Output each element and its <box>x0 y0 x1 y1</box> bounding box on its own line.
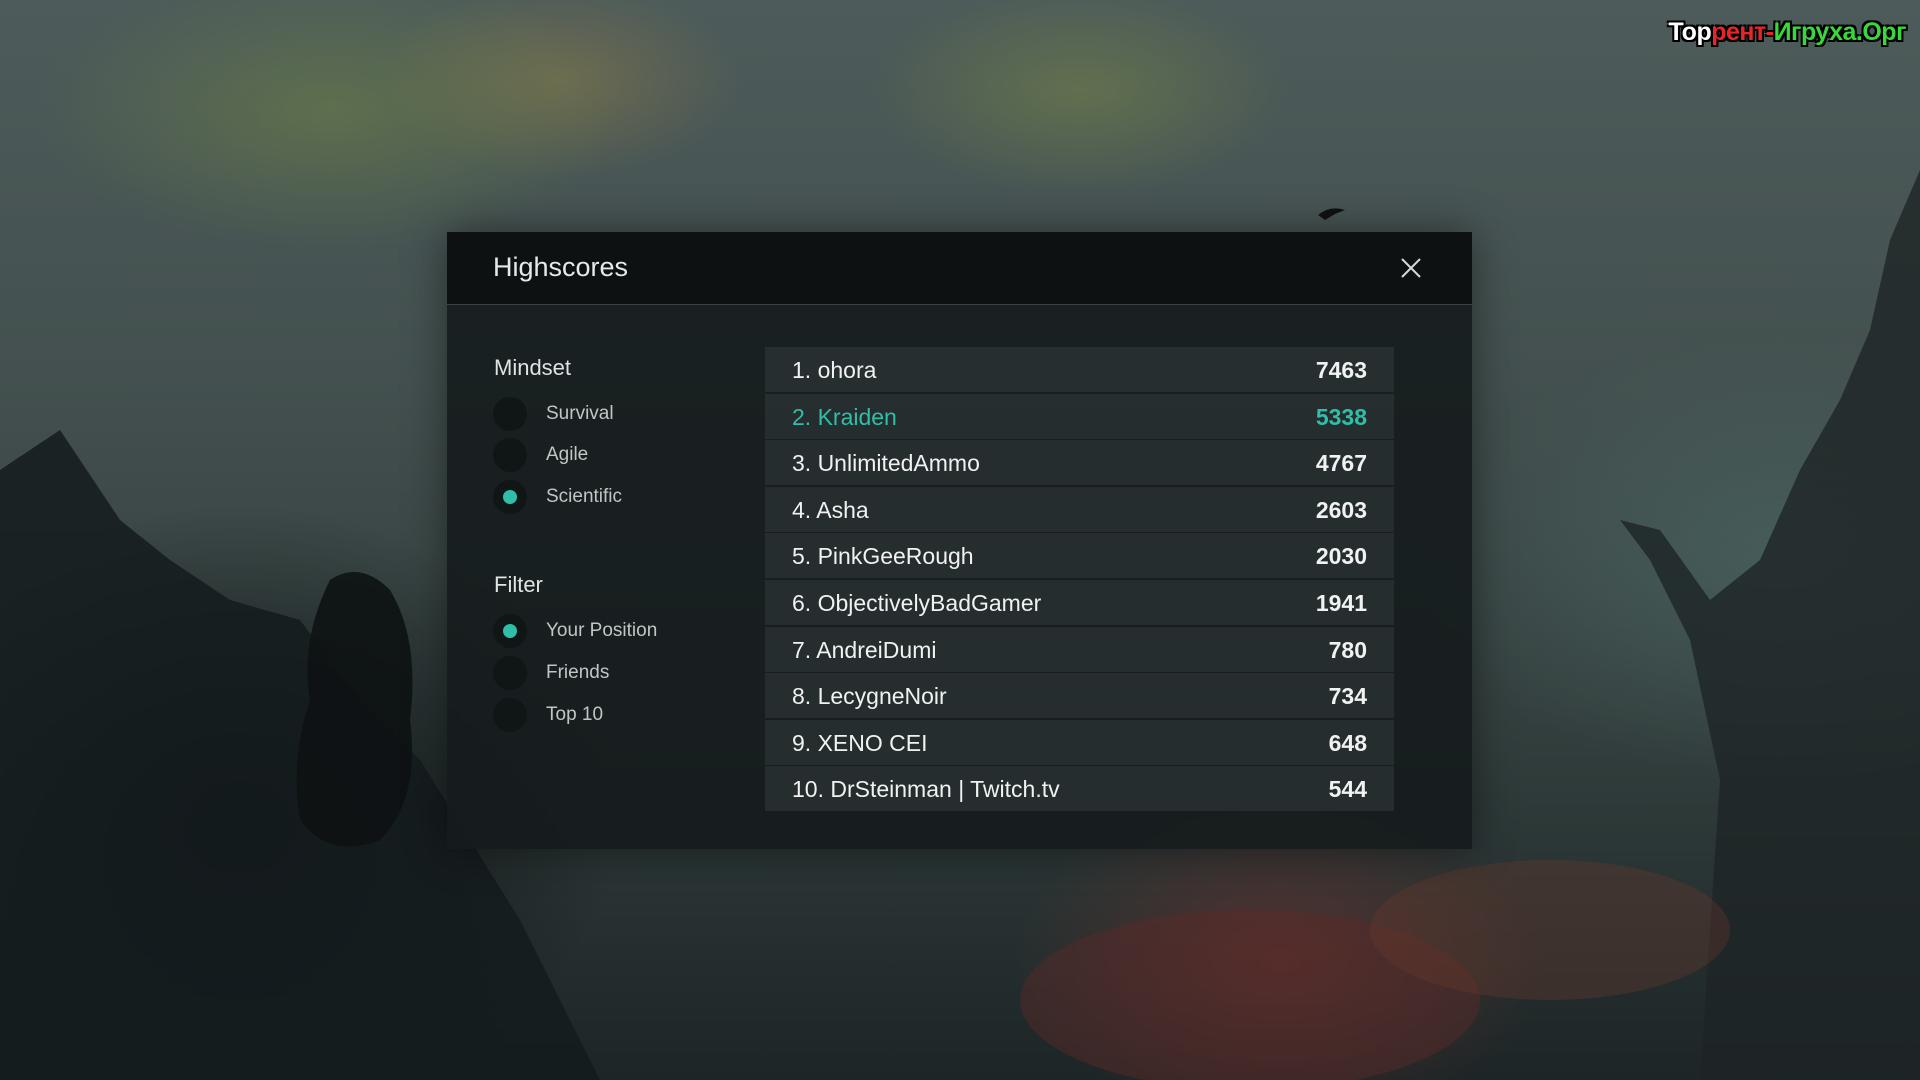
highscore-row: 6. ObjectivelyBadGamer 1941 <box>765 579 1394 625</box>
player-score: 4767 <box>1315 450 1367 477</box>
filter-option-your-position[interactable]: Your Position <box>493 614 713 648</box>
player-name: 4. Asha <box>792 496 869 523</box>
highscore-list: 1. ohora 7463 2. Kraiden 5338 3. Unlimit… <box>765 347 1394 813</box>
player-name: 10. DrSteinman | Twitch.tv <box>792 776 1060 803</box>
dialog-title: Highscores <box>493 252 629 282</box>
mindset-title: Mindset <box>494 355 572 380</box>
close-button[interactable] <box>1396 253 1426 283</box>
player-name: 7. AndreiDumi <box>792 636 937 663</box>
player-name: 3. UnlimitedAmmo <box>792 450 980 477</box>
radio-dot-selected <box>493 480 527 514</box>
highscore-row: 4. Asha 2603 <box>765 486 1394 532</box>
player-name: 2. Kraiden <box>792 403 897 430</box>
radio-dot <box>493 438 527 472</box>
highscore-row-current-player: 2. Kraiden 5338 <box>765 393 1394 439</box>
player-name: 8. LecygneNoir <box>792 683 947 710</box>
filter-option-friends[interactable]: Friends <box>493 656 713 690</box>
player-score: 2030 <box>1315 543 1367 570</box>
mindset-option-scientific[interactable]: Scientific <box>493 480 713 514</box>
radio-dot-selected <box>493 614 527 648</box>
player-score: 734 <box>1328 683 1367 710</box>
player-score: 7463 <box>1315 357 1367 383</box>
player-name: 6. ObjectivelyBadGamer <box>792 589 1042 616</box>
highscores-dialog: Highscores Mindset Survival Agile Scient… <box>447 232 1472 849</box>
player-score: 544 <box>1328 776 1367 803</box>
radio-label: Top 10 <box>546 704 604 725</box>
radio-label: Survival <box>546 403 614 424</box>
highscore-row: 3. UnlimitedAmmo 4767 <box>765 440 1394 486</box>
filter-title: Filter <box>494 572 543 597</box>
radio-dot <box>493 698 527 732</box>
highscore-row: 10. DrSteinman | Twitch.tv 544 <box>765 766 1394 812</box>
highscore-row: 5. PinkGeeRough 2030 <box>765 533 1394 579</box>
close-icon <box>1401 258 1421 278</box>
highscore-row: 1. ohora 7463 <box>765 347 1394 392</box>
radio-label: Friends <box>546 662 610 683</box>
filter-option-top-10[interactable]: Top 10 <box>493 698 713 732</box>
player-score: 780 <box>1328 636 1367 663</box>
mindset-option-survival[interactable]: Survival <box>493 397 713 431</box>
player-score: 5338 <box>1315 403 1367 430</box>
radio-label: Scientific <box>546 486 623 507</box>
radio-label: Your Position <box>546 620 658 641</box>
highscore-row: 9. XENO CEI 648 <box>765 719 1394 765</box>
player-score: 2603 <box>1315 496 1367 523</box>
player-name: 9. XENO CEI <box>792 729 928 756</box>
player-name: 1. ohora <box>792 357 877 383</box>
dialog-header: Highscores <box>447 232 1472 305</box>
player-name: 5. PinkGeeRough <box>792 543 974 570</box>
mindset-option-agile[interactable]: Agile <box>493 438 713 472</box>
site-watermark: Торрент-Игруха.Орг <box>1668 18 1906 46</box>
highscore-row: 8. LecygneNoir 734 <box>765 673 1394 719</box>
radio-label: Agile <box>546 444 589 465</box>
radio-dot <box>493 397 527 431</box>
radio-dot <box>493 656 527 690</box>
player-score: 648 <box>1328 729 1367 756</box>
highscore-row: 7. AndreiDumi 780 <box>765 626 1394 672</box>
player-score: 1941 <box>1315 589 1367 616</box>
